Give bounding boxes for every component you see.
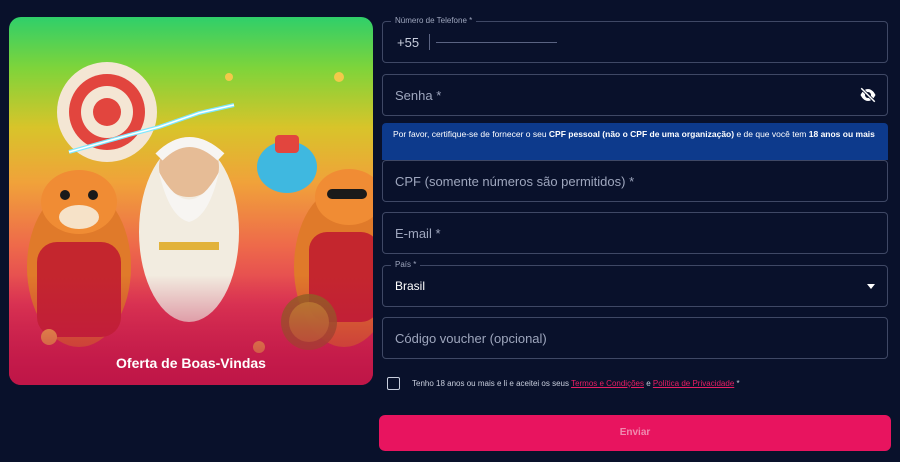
prefix-divider — [429, 34, 430, 50]
terms-checkbox[interactable] — [387, 377, 400, 390]
email-field[interactable]: E-mail * — [382, 212, 888, 254]
phone-field[interactable]: Número de Telefone * +55 — [382, 16, 888, 63]
notice-bold-cpf: CPF pessoal (não o CPF de uma organizaçã… — [548, 129, 735, 139]
terms-text: Tenho 18 anos ou mais e li e aceitei os … — [412, 379, 740, 388]
notice-bold-age: 18 anos ou mais — [808, 129, 875, 139]
privacy-link[interactable]: Política de Privacidade — [653, 379, 734, 388]
cpf-placeholder: CPF (somente números são permitidos) * — [395, 174, 635, 189]
phone-input-underline — [436, 42, 557, 43]
country-value: Brasil — [395, 279, 426, 293]
country-code-prefix[interactable]: +55 — [397, 35, 419, 50]
welcome-offer-card[interactable]: Oferta de Boas-Vindas — [9, 17, 373, 385]
submit-button[interactable]: Enviar — [379, 415, 891, 451]
password-field[interactable]: Senha * — [382, 74, 888, 116]
notice-text: Por favor, certifique-se de fornecer o s… — [393, 129, 549, 139]
notice-text-2: e de que você tem — [734, 129, 809, 139]
cpf-field[interactable]: CPF (somente números são permitidos) * — [382, 160, 888, 202]
terms-link[interactable]: Termos e Condições — [571, 379, 644, 388]
terms-text-1: Tenho 18 anos ou mais e li e aceitei os … — [412, 379, 572, 388]
phone-label: Número de Telefone * — [391, 16, 477, 26]
eye-off-icon[interactable] — [859, 86, 877, 104]
terms-required-mark: * — [734, 379, 740, 388]
password-placeholder: Senha * — [395, 88, 442, 103]
email-placeholder: E-mail * — [395, 226, 441, 241]
voucher-placeholder: Código voucher (opcional) — [395, 331, 547, 346]
caret-down-icon — [867, 284, 875, 289]
voucher-field[interactable]: Código voucher (opcional) — [382, 317, 888, 359]
country-select[interactable]: País * Brasil — [382, 260, 888, 307]
promo-title: Oferta de Boas-Vindas — [116, 355, 266, 371]
cpf-notice: Por favor, certifique-se de fornecer o s… — [382, 123, 888, 160]
country-label: País * — [391, 260, 421, 270]
terms-text-2: e — [643, 379, 653, 388]
